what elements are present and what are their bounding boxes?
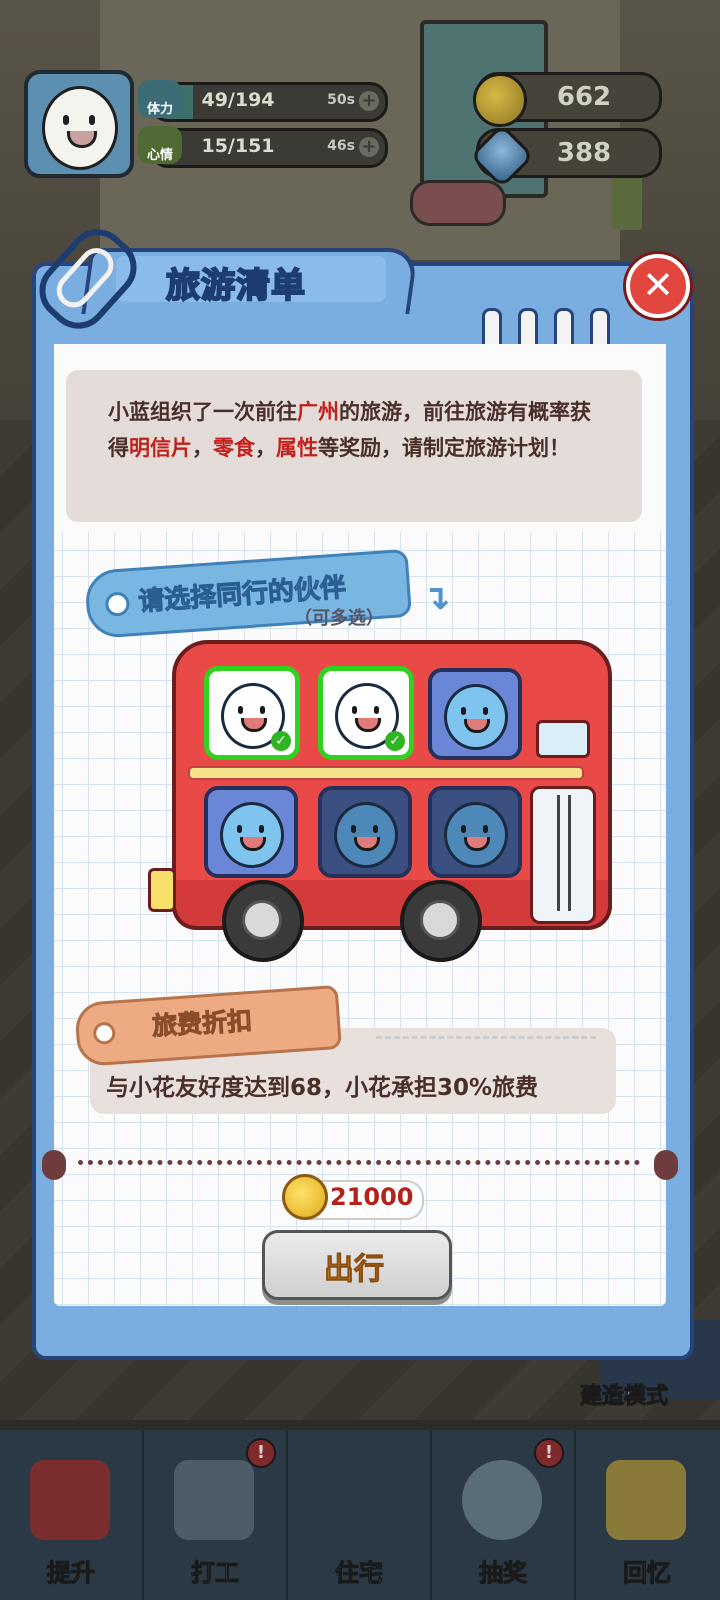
bus-stripe <box>188 766 584 780</box>
info-text-part: 等奖励，请制定旅游计划！ <box>318 436 570 460</box>
reward-snack: 零食 <box>213 436 255 460</box>
book-icon <box>30 1460 110 1540</box>
ticket-notch-right <box>654 1150 678 1180</box>
mood-timer: 46s <box>327 138 355 154</box>
companion-avatar-icon <box>444 684 508 750</box>
companion-avatar-icon <box>444 802 508 868</box>
coin-icon <box>282 1174 328 1220</box>
reward-postcard: 明信片 <box>129 436 192 460</box>
trip-description: 小蓝组织了一次前往广州的旅游，前往旅游有概率获得明信片，零食，属性等奖励，请制定… <box>108 394 608 466</box>
companion-slot-4[interactable] <box>204 786 298 878</box>
gacha-machine-icon <box>462 1460 542 1540</box>
mood-plus-button[interactable]: + <box>359 137 379 157</box>
nav-home-label: 住宅 <box>335 1559 384 1588</box>
bus-window <box>536 720 590 758</box>
info-text-part: 小蓝组织了一次前往 <box>108 400 297 424</box>
companion-slot-2[interactable]: ✓ <box>318 666 414 760</box>
bus-wheel-rear <box>400 880 482 962</box>
stamina-plus-button[interactable]: + <box>359 91 379 111</box>
bus-door <box>530 786 596 924</box>
nav-memories[interactable]: 回忆 <box>576 1430 718 1600</box>
tag-hole <box>104 591 131 617</box>
coin-icon <box>473 73 527 127</box>
player-avatar[interactable] <box>24 70 134 178</box>
stamina-timer: 50s <box>327 92 355 108</box>
nav-memories-label: 回忆 <box>623 1559 672 1588</box>
camera-icon <box>606 1460 686 1540</box>
discount-title: 旅费折扣 <box>151 1006 253 1041</box>
tag-hole <box>92 1021 116 1045</box>
stamina-label: 体力 <box>146 102 173 117</box>
discount-description: 与小花友好度达到68，小花承担30%旅费 <box>106 1075 539 1101</box>
nav-gacha-label: 抽奖 <box>479 1559 528 1588</box>
info-separator: ， <box>255 436 276 460</box>
companion-slot-3[interactable] <box>428 668 522 760</box>
room-sofa <box>410 180 506 226</box>
nav-home[interactable]: 住宅 <box>288 1430 432 1600</box>
check-icon: ✓ <box>385 731 405 751</box>
ticket-notch-left <box>42 1150 66 1180</box>
bus-headlight <box>148 868 176 912</box>
coin-value: 662 <box>556 82 612 112</box>
bus-wheel-front <box>222 880 304 962</box>
close-button[interactable]: ✕ <box>626 254 690 318</box>
multi-select-hint: （可多选） <box>294 608 384 629</box>
work-computer-icon <box>174 1460 254 1540</box>
companion-slot-5[interactable] <box>318 786 412 878</box>
info-separator: ， <box>192 436 213 460</box>
gem-counter[interactable]: 388 <box>469 123 662 189</box>
nav-upgrade[interactable]: 提升 <box>0 1430 144 1600</box>
stamina-icon: 体力 <box>138 80 182 118</box>
destination-city: 广州 <box>297 400 339 424</box>
heart-icon: 心情 <box>138 126 182 164</box>
nav-work-badge: ! <box>246 1438 276 1468</box>
nav-work-label: 打工 <box>191 1559 240 1588</box>
nav-gacha-badge: ! <box>534 1438 564 1468</box>
dialog-title: 旅游清单 <box>165 265 306 307</box>
avatar-face-icon <box>42 86 118 170</box>
coin-counter[interactable]: 662 <box>473 72 662 127</box>
nav-upgrade-label: 提升 <box>47 1559 96 1588</box>
companion-avatar-icon <box>220 802 284 868</box>
curved-arrow-icon: ↴ <box>422 578 451 618</box>
discount-divider <box>376 1036 596 1039</box>
mood-bar: 15/151 46s + <box>150 128 388 168</box>
bottom-nav: 提升 ! 打工 住宅 ! 抽奖 回忆 <box>0 1430 720 1600</box>
companion-avatar-icon <box>334 802 398 868</box>
dotted-divider <box>78 1160 640 1165</box>
check-icon: ✓ <box>271 731 291 751</box>
companion-slot-6[interactable] <box>428 786 522 878</box>
nav-gacha[interactable]: ! 抽奖 <box>432 1430 576 1600</box>
companion-slot-1[interactable]: ✓ <box>204 666 300 760</box>
nav-work[interactable]: ! 打工 <box>144 1430 288 1600</box>
close-icon: ✕ <box>642 263 674 307</box>
mood-label: 心情 <box>146 148 173 163</box>
depart-button-label[interactable]: 出行 <box>262 1244 446 1288</box>
gem-value: 388 <box>556 138 612 168</box>
reward-attribute: 属性 <box>276 436 318 460</box>
stamina-bar: 49/194 50s + <box>150 82 388 122</box>
trip-cost: 21000 <box>330 1183 414 1211</box>
build-mode-button[interactable]: 建造模式 <box>579 1378 668 1410</box>
